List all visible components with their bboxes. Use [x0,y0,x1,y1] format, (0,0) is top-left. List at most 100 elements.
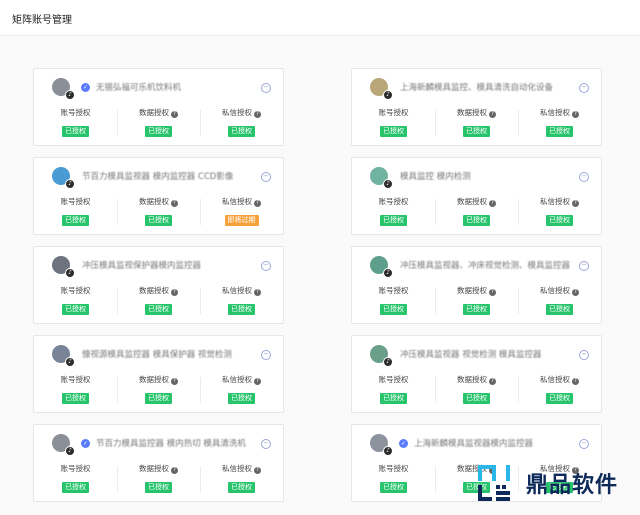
question-mark-icon[interactable]: ? [171,111,178,118]
data-permission: 数据授权? 已授权 [117,196,200,230]
data-permission-label: 数据授权? [117,285,200,296]
account-name: 冲压模具监视保护器模内监控器 [82,261,202,271]
tiktok-icon: ♪ [383,268,393,278]
question-mark-icon[interactable]: ? [572,200,579,207]
page-title: 矩阵账号管理 [12,15,72,26]
account-card-8: ♪ ✓ 冲压模具监视器 视觉检测 模具监控器 − 账号授权 已授权 数据授权? … [351,335,602,413]
avatar[interactable]: ♪ [370,256,393,278]
avatar[interactable]: ♪ [370,434,393,456]
avatar[interactable]: ♪ [52,256,75,278]
more-circle-icon[interactable]: − [579,350,589,360]
avatar[interactable]: ♪ [370,167,393,189]
account-permission: 账号授权 已授权 [352,107,435,141]
status-badge: 已授权 [380,482,407,493]
status-badge: 已授权 [228,304,255,315]
question-mark-icon[interactable]: ? [572,111,579,118]
tiktok-icon: ♪ [65,357,75,367]
status-badge: 已授权 [62,482,89,493]
account-card-7: ♪ ✓ 慷视源模具监控器 模具保护器 视觉检测 − 账号授权 已授权 数据授权?… [33,335,284,413]
question-mark-icon[interactable]: ? [171,289,178,296]
account-permission: 账号授权 已授权 [352,196,435,230]
avatar[interactable]: ♪ [370,78,393,100]
more-circle-icon[interactable]: − [261,172,271,182]
question-mark-icon[interactable]: ? [254,467,261,474]
question-mark-icon[interactable]: ? [254,200,261,207]
account-permission: 账号授权 已授权 [352,285,435,319]
account-permission-label: 账号授权 [378,464,409,473]
data-permission: 数据授权? 已授权 [435,196,518,230]
account-permission-label: 账号授权 [378,375,409,384]
message-permission-label: 私信授权? [200,463,283,474]
status-badge: 已授权 [546,215,573,226]
account-header: ♪ ✓ 上海新麟模具监视器模内监控器 − [352,425,601,461]
status-badge: 已授权 [228,393,255,404]
status-badge: 已授权 [463,304,490,315]
more-circle-icon[interactable]: − [579,261,589,271]
account-permission-label: 账号授权 [378,197,409,206]
tiktok-icon: ♪ [65,446,75,456]
account-name: 节百力模具监视器 模内监控器 CCD影像 [82,172,234,182]
permission-row: 账号授权 已授权 数据授权? 已授权 私信授权? 即将过期 [34,194,283,230]
data-permission: 数据授权? 已授权 [117,107,200,141]
question-mark-icon[interactable]: ? [572,378,579,385]
account-header: ♪ ✓ 慷视源模具监控器 模具保护器 视觉检测 − [34,336,283,372]
question-mark-icon[interactable]: ? [171,378,178,385]
account-name: 节百力模具监控器 模内热切 模具清洗机 [96,439,246,449]
question-mark-icon[interactable]: ? [489,111,496,118]
permission-row: 账号授权 已授权 数据授权? 已授权 私信授权? 已授权 [352,105,601,141]
account-name: 模具监控 模内检测 [400,172,471,182]
verified-icon: ✓ [399,438,408,448]
question-mark-icon[interactable]: ? [489,378,496,385]
data-permission: 数据授权? 已授权 [117,285,200,319]
more-circle-icon[interactable]: − [261,83,271,93]
permission-row: 账号授权 已授权 数据授权? 已授权 私信授权? 已授权 [352,283,601,319]
status-badge: 已授权 [62,393,89,404]
more-circle-icon[interactable]: − [261,261,271,271]
question-mark-icon[interactable]: ? [254,378,261,385]
avatar[interactable]: ♪ [52,345,75,367]
verified-icon: ✓ [81,438,90,448]
account-header: ♪ ✓ 冲压模具监视保护器模内监控器 − [34,247,283,283]
more-circle-icon[interactable]: − [261,439,271,449]
status-badge: 已授权 [463,126,490,137]
more-circle-icon[interactable]: − [261,350,271,360]
permission-row: 账号授权 已授权 数据授权? 已授权 私信授权? 已授权 [352,372,601,408]
status-badge: 已授权 [380,393,407,404]
more-circle-icon[interactable]: − [579,83,589,93]
account-header: ♪ ✓ 上海新麟模具监控、模具清洗自动化设备 − [352,69,601,105]
brand-logo-icon [477,465,510,501]
account-name: 冲压模具监视器 视觉检测 模具监控器 [400,350,542,360]
status-badge: 已授权 [145,482,172,493]
permission-row: 账号授权 已授权 数据授权? 已授权 私信授权? 已授权 [34,105,283,141]
brand-name: 鼎品软件 [525,473,618,498]
avatar[interactable]: ♪ [52,167,75,189]
question-mark-icon[interactable]: ? [489,200,496,207]
message-permission: 私信授权? 已授权 [518,196,601,230]
question-mark-icon[interactable]: ? [254,111,261,118]
status-badge: 已授权 [380,215,407,226]
status-badge: 已授权 [380,126,407,137]
account-permission: 账号授权 已授权 [34,107,117,141]
more-circle-icon[interactable]: − [579,172,589,182]
account-header: ♪ ✓ 模具监控 模内检测 − [352,158,601,194]
more-circle-icon[interactable]: − [579,439,589,449]
status-badge: 已授权 [463,393,490,404]
question-mark-icon[interactable]: ? [171,200,178,207]
avatar[interactable]: ♪ [370,345,393,367]
avatar[interactable]: ♪ [52,78,75,100]
account-card-grid: ♪ ✓ 无锡弘福可乐机饮料机 − 账号授权 已授权 数据授权? 已授权 私信授权… [33,68,603,502]
tiktok-icon: ♪ [383,446,393,456]
question-mark-icon[interactable]: ? [572,289,579,296]
data-permission-label: 数据授权? [435,107,518,118]
avatar[interactable]: ♪ [52,434,75,456]
status-badge: 已授权 [145,215,172,226]
question-mark-icon[interactable]: ? [489,289,496,296]
account-permission-label: 账号授权 [378,286,409,295]
account-name: 上海新麟模具监视器模内监控器 [414,439,534,449]
question-mark-icon[interactable]: ? [171,467,178,474]
account-header: ♪ ✓ 冲压模具监视器 视觉检测 模具监控器 − [352,336,601,372]
status-badge: 已授权 [546,126,573,137]
question-mark-icon[interactable]: ? [254,289,261,296]
permission-row: 账号授权 已授权 数据授权? 已授权 私信授权? 已授权 [34,461,283,497]
data-permission: 数据授权? 已授权 [435,285,518,319]
